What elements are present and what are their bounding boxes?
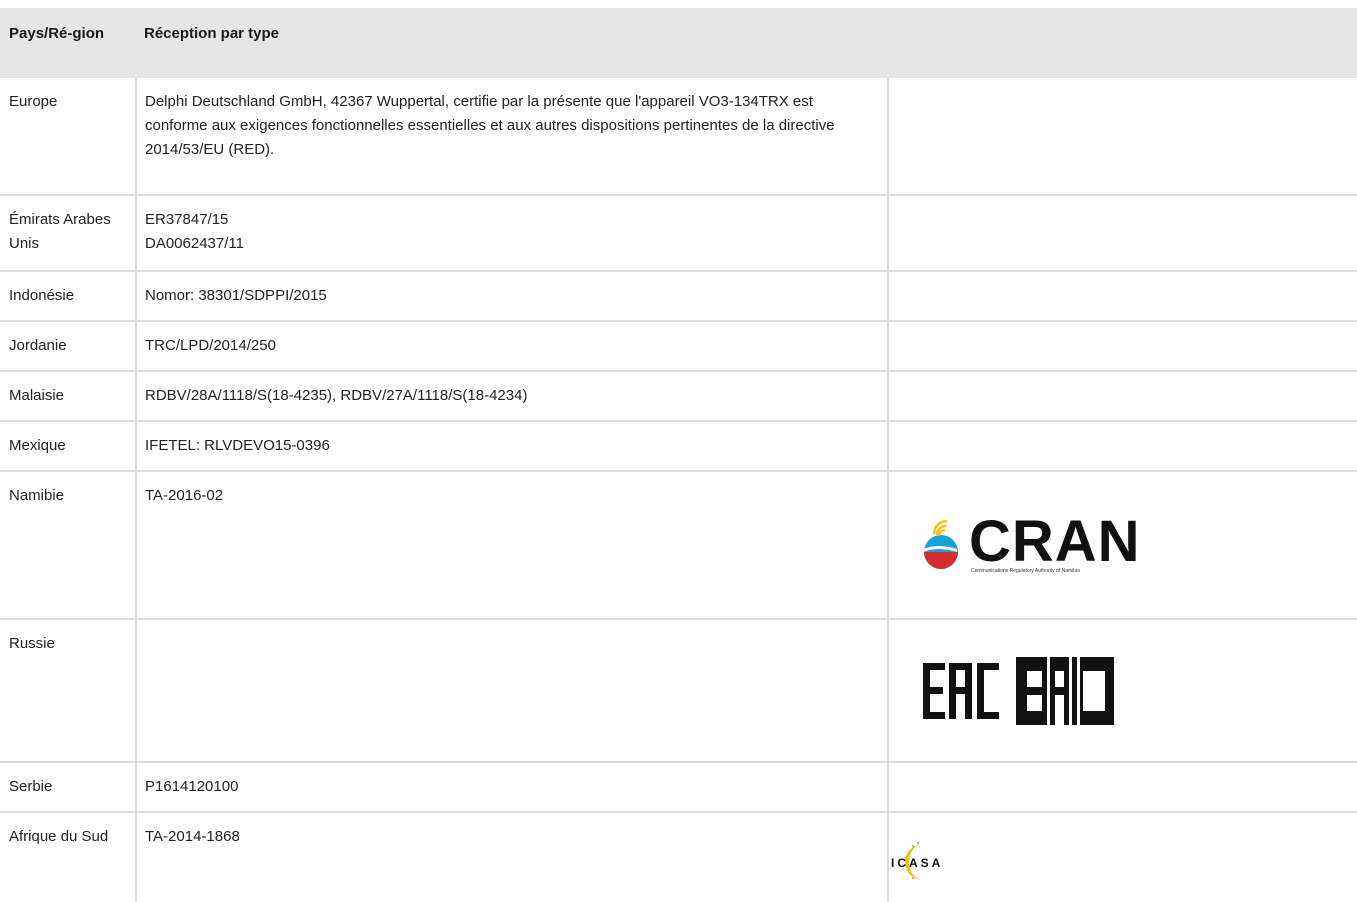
country-cell: Europe bbox=[0, 78, 137, 196]
logo-cell bbox=[888, 78, 1357, 196]
logo-cell bbox=[888, 271, 1357, 322]
reception-line: ER37847/15 bbox=[145, 211, 229, 228]
table-row: Émirats Arabes Unis ER37847/15 DA0062437… bbox=[0, 195, 1357, 272]
satellite-dish-icon bbox=[923, 519, 958, 569]
table-row: Russie bbox=[0, 619, 1357, 763]
table-row: Jordanie TRC/LPD/2014/250 bbox=[0, 321, 1357, 372]
logo-cell bbox=[888, 619, 1357, 763]
header-country: Pays/Ré-gion bbox=[0, 8, 136, 78]
reception-cell: TA-2014-1868 bbox=[136, 812, 889, 902]
table-row: Serbie P1614120100 bbox=[0, 762, 1357, 813]
reception-cell: TRC/LPD/2014/250 bbox=[136, 321, 889, 372]
country-cell: Mexique bbox=[0, 421, 137, 472]
table-row: Mexique IFETEL: RLVDEVO15-0396 bbox=[0, 421, 1357, 472]
cran-logo: CRAN Communications Regulatory Authority… bbox=[919, 509, 1357, 574]
regulatory-table-container: Pays/Ré-gion Réception par type Europe D… bbox=[0, 0, 1357, 902]
reception-cell: RDBV/28A/1118/S(18-4235), RDBV/27A/1118/… bbox=[136, 371, 889, 422]
cran-logo-subtext: Communications Regulatory Authority of N… bbox=[971, 568, 1080, 574]
table-row: Afrique du Sud TA-2014-1868 ICASA bbox=[0, 812, 1357, 902]
table-row: Europe Delphi Deutschland GmbH, 42367 Wu… bbox=[0, 78, 1357, 196]
reception-line: DA0062437/11 bbox=[145, 235, 244, 252]
country-cell: Serbie bbox=[0, 762, 137, 813]
logo-cell bbox=[888, 762, 1357, 813]
logo-cell bbox=[888, 195, 1357, 272]
logo-cell bbox=[888, 321, 1357, 372]
country-cell: Afrique du Sud bbox=[0, 812, 137, 902]
header-reception: Réception par type bbox=[136, 8, 888, 78]
country-cell: Jordanie bbox=[0, 321, 137, 372]
type-approval-table: Pays/Ré-gion Réception par type Europe D… bbox=[0, 8, 1357, 902]
eac-logo bbox=[923, 656, 1114, 725]
table-header-row: Pays/Ré-gion Réception par type bbox=[0, 8, 1357, 78]
cran-logo-wordmark: CRAN bbox=[969, 509, 1141, 574]
header-logo bbox=[888, 8, 1357, 78]
country-cell: Malaisie bbox=[0, 371, 137, 422]
country-cell: Russie bbox=[0, 619, 137, 763]
country-cell: Indonésie bbox=[0, 271, 137, 322]
logo-cell bbox=[888, 421, 1357, 472]
logo-cell bbox=[888, 371, 1357, 422]
table-row: Indonésie Nomor: 38301/SDPPI/2015 bbox=[0, 271, 1357, 322]
reception-cell: P1614120100 bbox=[136, 762, 889, 813]
table-row: Malaisie RDBV/28A/1118/S(18-4235), RDBV/… bbox=[0, 371, 1357, 422]
logo-cell: ICASA bbox=[888, 812, 1357, 902]
reception-cell: ER37847/15 DA0062437/11 bbox=[136, 195, 889, 272]
logo-cell: CRAN Communications Regulatory Authority… bbox=[888, 471, 1357, 620]
icasa-logo: ICASA bbox=[891, 841, 943, 880]
reception-cell: TA-2016-02 bbox=[136, 471, 889, 620]
reception-cell: IFETEL: RLVDEVO15-0396 bbox=[136, 421, 889, 472]
reception-cell bbox=[136, 619, 889, 763]
reception-cell: Delphi Deutschland GmbH, 42367 Wuppertal… bbox=[136, 78, 889, 196]
reception-cell: Nomor: 38301/SDPPI/2015 bbox=[136, 271, 889, 322]
country-cell: Namibie bbox=[0, 471, 137, 620]
table-row: Namibie TA-2016-02 CRAN Communications R… bbox=[0, 471, 1357, 620]
country-cell: Émirats Arabes Unis bbox=[0, 195, 137, 272]
icasa-logo-wordmark: ICASA bbox=[891, 856, 943, 870]
